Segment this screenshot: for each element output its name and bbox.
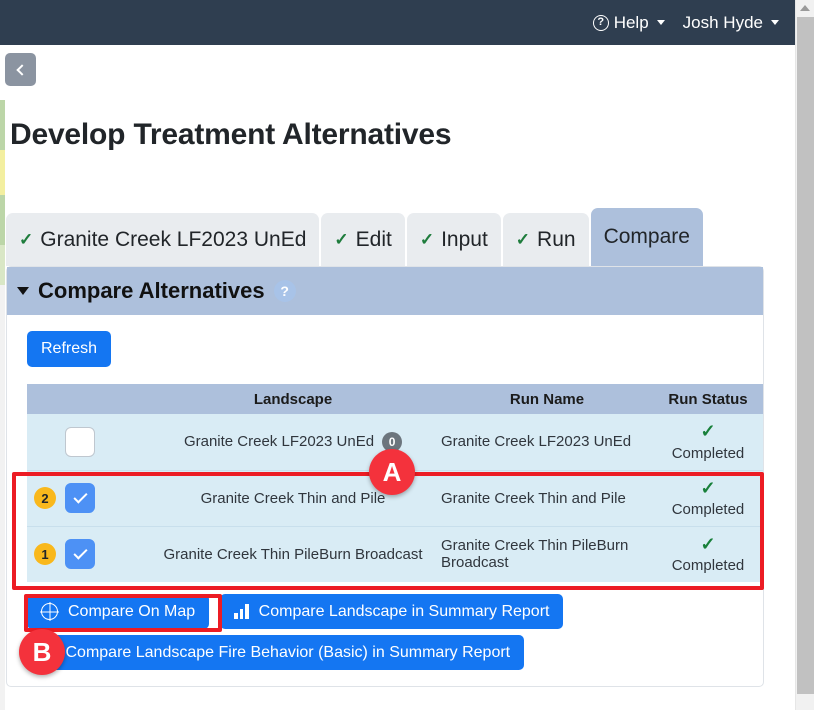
compare-fire-behavior-label: Compare Landscape Fire Behavior (Basic) … <box>65 643 511 661</box>
workflow-tabs: ✓ Granite Creek LF2023 UnEd ✓ Edit ✓ Inp… <box>6 208 764 266</box>
help-menu[interactable]: ? Help <box>592 12 665 33</box>
check-icon: ✓ <box>700 477 716 498</box>
order-badge: 1 <box>34 543 56 566</box>
row-run-name-cell: Granite Creek LF2023 UnEd <box>441 414 653 470</box>
check-icon <box>72 545 88 560</box>
row-landscape-label: Granite Creek LF2023 UnEd <box>183 433 375 451</box>
row-run-name-cell: Granite Creek Thin and Pile <box>441 469 653 526</box>
page-scrollbar[interactable] <box>795 0 814 710</box>
check-icon: ✓ <box>700 533 716 554</box>
table-row[interactable]: 1 Granite Creek Thin PileBurn Broadcast <box>27 525 763 582</box>
compare-on-map-button[interactable]: Compare On Map <box>27 594 210 629</box>
user-menu[interactable]: Josh Hyde <box>683 13 779 33</box>
column-header-landscape: Landscape <box>145 384 441 414</box>
chevron-left-icon <box>16 63 28 76</box>
row-select-cell: 1 <box>27 525 145 582</box>
tab-input[interactable]: ✓ Input <box>406 213 501 266</box>
alternatives-table: Landscape Run Name Run Status Granite Cr… <box>27 384 763 582</box>
tab-input-label: Input <box>441 227 488 251</box>
row-checkbox[interactable] <box>65 483 95 513</box>
check-icon: ✓ <box>700 421 716 442</box>
count-badge: 0 <box>382 431 403 452</box>
check-icon: ✓ <box>419 229 435 249</box>
sidebar-collapse-button[interactable] <box>5 53 36 86</box>
row-select-cell <box>27 414 145 470</box>
column-header-select <box>27 384 145 414</box>
order-badge: 2 <box>34 487 56 509</box>
help-icon[interactable]: ? <box>273 280 296 302</box>
check-icon: ✓ <box>334 229 349 249</box>
tab-run[interactable]: ✓ Run <box>502 213 589 266</box>
action-button-row-primary: Compare On Map Compare Landscape in Summ… <box>27 594 751 629</box>
tab-edit[interactable]: ✓ Edit <box>321 213 405 266</box>
row-status-label: Completed <box>671 557 745 575</box>
action-button-row-secondary: Compare Landscape Fire Behavior (Basic) … <box>27 635 751 670</box>
panel-body: Refresh Landscape Run Name Run Status Gr… <box>7 315 763 670</box>
globe-icon <box>41 603 58 620</box>
compare-on-map-label: Compare On Map <box>68 602 196 620</box>
tab-run-label: Run <box>537 227 576 251</box>
top-navbar: ? Help Josh Hyde <box>0 0 795 45</box>
compare-landscape-summary-label: Compare Landscape in Summary Report <box>258 602 550 620</box>
scroll-up-arrow-icon[interactable] <box>800 5 810 11</box>
row-landscape-label: Granite Creek Thin and Pile <box>200 489 386 507</box>
compare-fire-behavior-button[interactable]: Compare Landscape Fire Behavior (Basic) … <box>27 635 525 670</box>
column-header-run-name: Run Name <box>441 384 653 414</box>
page-title: Develop Treatment Alternatives <box>10 118 452 151</box>
table-row[interactable]: Granite Creek LF2023 UnEd 0 Granite Cree… <box>27 414 763 470</box>
tab-compare-label: Compare <box>603 225 690 248</box>
tab-compare[interactable]: Compare <box>590 208 703 266</box>
bar-chart-icon <box>41 645 56 660</box>
tab-edit-label: Edit <box>355 227 392 251</box>
bar-chart-icon <box>234 604 249 619</box>
refresh-button[interactable]: Refresh <box>27 331 112 367</box>
row-status-cell: ✓ Completed <box>653 525 763 582</box>
row-select-cell: 2 <box>27 469 145 526</box>
table-header-row: Landscape Run Name Run Status <box>27 384 763 414</box>
panel-header[interactable]: Compare Alternatives ? <box>7 267 763 315</box>
tab-landscape-label: Granite Creek LF2023 UnEd <box>40 227 307 251</box>
chevron-down-icon <box>17 287 29 295</box>
tab-landscape[interactable]: ✓ Granite Creek LF2023 UnEd <box>6 213 320 266</box>
row-status-cell: ✓ Completed <box>653 469 763 526</box>
row-landscape-cell: Granite Creek LF2023 UnEd 0 <box>145 414 441 470</box>
question-circle-icon: ? <box>592 14 609 31</box>
check-icon: ✓ <box>515 229 531 249</box>
compare-landscape-summary-button[interactable]: Compare Landscape in Summary Report <box>220 594 564 629</box>
row-status-label: Completed <box>671 444 745 462</box>
user-menu-label: Josh Hyde <box>682 12 763 32</box>
panel-title: Compare Alternatives <box>38 278 265 303</box>
left-edge-strip <box>0 45 5 710</box>
chevron-down-icon <box>771 20 779 25</box>
row-status-cell: ✓ Completed <box>653 414 763 470</box>
row-checkbox[interactable] <box>65 426 95 457</box>
column-header-run-status: Run Status <box>653 384 763 414</box>
check-icon: ✓ <box>19 229 34 249</box>
row-checkbox[interactable] <box>65 539 95 570</box>
table-row[interactable]: 2 Granite Creek Thin and Pile Granite Cr… <box>27 469 763 526</box>
app-root: ? Help Josh Hyde Develop Treatment Alter… <box>0 0 814 710</box>
row-status-label: Completed <box>671 501 745 519</box>
row-landscape-label: Granite Creek Thin PileBurn Broadcast <box>163 545 423 563</box>
scrollbar-thumb[interactable] <box>797 17 814 694</box>
chevron-down-icon <box>656 20 665 25</box>
row-landscape-cell: Granite Creek Thin PileBurn Broadcast <box>145 525 441 582</box>
check-icon <box>72 488 88 504</box>
row-landscape-cell: Granite Creek Thin and Pile <box>145 469 441 526</box>
help-menu-label: Help <box>613 12 649 32</box>
compare-alternatives-panel: Compare Alternatives ? Refresh Landscape… <box>6 266 764 687</box>
row-run-name-cell: Granite Creek Thin PileBurn Broadcast <box>441 525 653 582</box>
